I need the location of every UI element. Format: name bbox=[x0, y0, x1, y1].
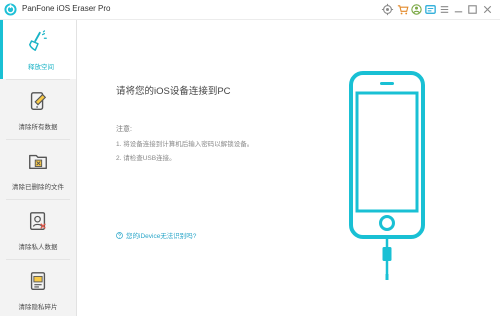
app-title: PanFone iOS Eraser Pro bbox=[22, 4, 111, 13]
phone-erase-icon bbox=[30, 92, 47, 110]
sidebar-item-erase-all-data[interactable]: 清除所有数据 bbox=[0, 80, 76, 139]
connect-device-heading: 请将您的iOS设备连接到PC bbox=[116, 86, 231, 97]
feedback-icon[interactable] bbox=[424, 3, 437, 16]
help-link-label: 您的iDevice无法识别吗? bbox=[126, 233, 197, 240]
main-panel: 请将您的iOS设备连接到PC 注意: 1. 将设备连接到计算机后输入密码以解锁设… bbox=[78, 21, 500, 316]
settings-icon[interactable] bbox=[381, 3, 394, 16]
sidebar-item-label: 清除隐私碎片 bbox=[18, 304, 58, 311]
notes-title: 注意: bbox=[116, 126, 132, 133]
close-icon[interactable] bbox=[481, 3, 494, 16]
note-line: 1. 将设备连接到计算机后输入密码以解锁设备。 bbox=[116, 141, 254, 148]
sidebar-item-label: 清除已删除的文件 bbox=[12, 184, 64, 191]
minimize-icon[interactable] bbox=[452, 3, 465, 16]
cart-icon[interactable] bbox=[396, 3, 409, 16]
iphone-illustration bbox=[349, 71, 425, 280]
sidebar-item-erase-private-data[interactable]: 清除私人数据 bbox=[0, 200, 76, 259]
maximize-icon[interactable] bbox=[466, 3, 479, 16]
deleted-files-icon bbox=[29, 154, 47, 170]
sidebar: 释放空间 清除所有数据 清除已删除的文件 清除私人数据 清除隐私碎片 bbox=[0, 20, 77, 316]
sidebar-item-label: 释放空间 bbox=[28, 64, 54, 71]
sidebar-item-erase-deleted-files[interactable]: 清除已删除的文件 bbox=[0, 140, 76, 199]
note-line: 2. 请检查USB连接。 bbox=[116, 155, 176, 162]
sidebar-item-free-up-space[interactable]: 释放空间 bbox=[0, 20, 76, 79]
privacy-fragments-icon bbox=[30, 272, 46, 290]
sidebar-item-erase-privacy-fragments[interactable]: 清除隐私碎片 bbox=[0, 260, 76, 316]
question-icon bbox=[116, 231, 123, 239]
app-logo-icon bbox=[4, 3, 17, 16]
broom-icon bbox=[29, 30, 47, 51]
sidebar-item-label: 清除所有数据 bbox=[18, 124, 58, 131]
device-not-recognized-link[interactable]: 您的iDevice无法识别吗? bbox=[116, 230, 196, 240]
register-icon[interactable] bbox=[410, 3, 423, 16]
title-bar: PanFone iOS Eraser Pro bbox=[0, 0, 500, 20]
sidebar-item-label: 清除私人数据 bbox=[18, 244, 58, 251]
private-data-icon bbox=[29, 212, 46, 230]
menu-icon[interactable] bbox=[438, 3, 451, 16]
